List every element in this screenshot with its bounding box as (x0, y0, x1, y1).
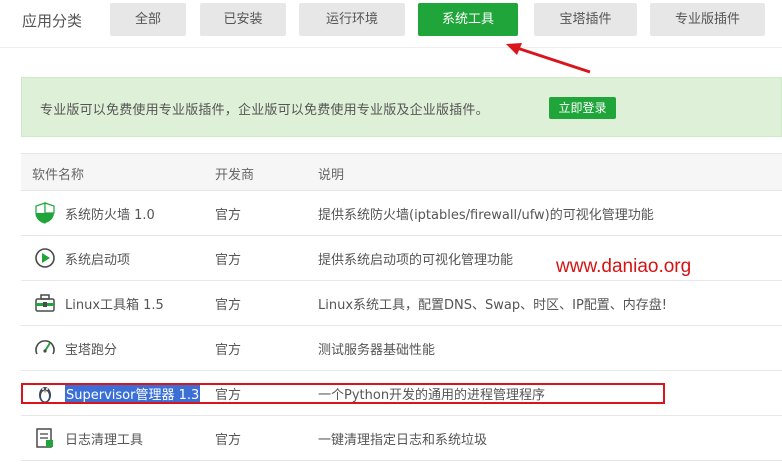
upgrade-notice: 专业版可以免费使用专业版插件，企业版可以免费使用专业版及企业版插件。 立即登录 (21, 77, 782, 137)
category-label: 应用分类 (22, 12, 83, 30)
tab-all[interactable]: 全部 (110, 3, 186, 36)
software-name[interactable]: 日志清理工具 (65, 429, 143, 448)
table-row[interactable]: 宝塔跑分 官方 测试服务器基础性能 (21, 326, 782, 371)
header-desc: 说明 (318, 168, 345, 183)
software-vendor: 官方 (215, 208, 242, 223)
software-desc: 提供系统启动项的可视化管理功能 (318, 253, 514, 268)
play-circle-icon (35, 248, 55, 268)
software-desc: 一键清理指定日志和系统垃圾 (318, 433, 488, 448)
toolbox-icon (35, 294, 55, 312)
software-desc: 提供系统防火墙(iptables/firewall/ufw)的可视化管理功能 (318, 208, 654, 223)
software-vendor: 官方 (215, 433, 242, 448)
header-vendor: 开发商 (215, 168, 255, 183)
table-row[interactable]: 日志清理工具 官方 一键清理指定日志和系统垃圾 (21, 416, 782, 461)
shield-icon (35, 202, 55, 224)
tab-installed[interactable]: 已安装 (200, 3, 286, 36)
table-header: 软件名称 开发商 说明 (21, 153, 782, 191)
software-desc: 测试服务器基础性能 (318, 343, 436, 358)
tab-bt-plugins[interactable]: 宝塔插件 (534, 3, 637, 36)
software-name[interactable]: 系统启动项 (65, 249, 130, 268)
header-name: 软件名称 (32, 168, 85, 183)
watermark: www.daniao.org (556, 256, 692, 277)
table-row[interactable]: Linux工具箱 1.5 官方 Linux系统工具，配置DNS、Swap、时区、… (21, 281, 782, 326)
log-icon (36, 428, 53, 448)
tab-system-tools[interactable]: 系统工具 (418, 3, 518, 36)
gauge-icon (35, 340, 55, 355)
software-vendor: 官方 (215, 343, 242, 358)
table-row[interactable]: 系统防火墙 1.0 官方 提供系统防火墙(iptables/firewall/u… (21, 191, 782, 236)
annotation-arrow-icon (506, 43, 591, 74)
software-vendor: 官方 (215, 253, 242, 268)
software-name[interactable]: Linux工具箱 1.5 (65, 294, 164, 313)
annotation-highlight-box (21, 383, 665, 404)
software-name[interactable]: 系统防火墙 1.0 (65, 204, 155, 223)
notice-text: 专业版可以免费使用专业版插件，企业版可以免费使用专业版及企业版插件。 (40, 103, 489, 118)
category-bar: 应用分类 全部 已安装 运行环境 系统工具 宝塔插件 专业版插件 (0, 0, 782, 40)
tab-pro-plugins[interactable]: 专业版插件 (650, 3, 765, 36)
software-vendor: 官方 (215, 298, 242, 313)
software-name[interactable]: 宝塔跑分 (65, 339, 117, 358)
divider (0, 47, 782, 48)
software-desc: Linux系统工具，配置DNS、Swap、时区、IP配置、内存盘! (318, 298, 668, 313)
tab-runtime[interactable]: 运行环境 (299, 3, 405, 36)
login-button[interactable]: 立即登录 (549, 97, 616, 119)
